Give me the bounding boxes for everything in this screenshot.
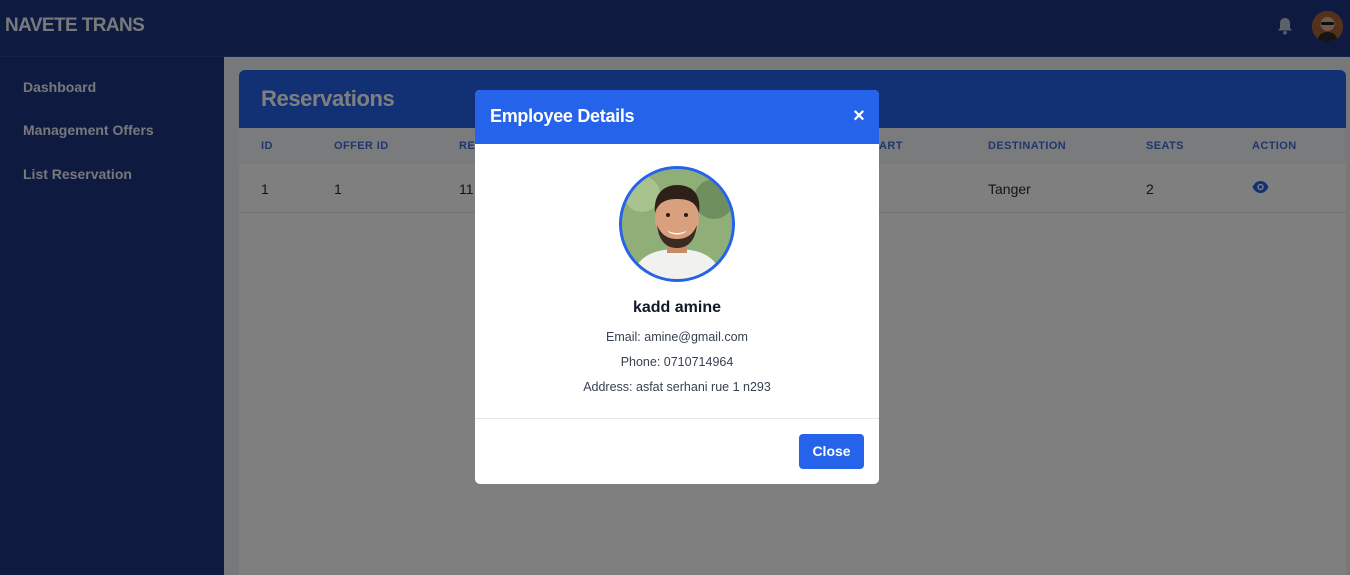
employee-photo	[619, 166, 735, 282]
employee-details-modal: Employee Details × kadd amine Email: ami…	[475, 90, 879, 484]
employee-email: Email: amine@gmail.com	[606, 330, 748, 344]
employee-phone: Phone: 0710714964	[620, 355, 734, 369]
modal-header: Employee Details ×	[475, 90, 879, 144]
close-icon[interactable]: ×	[849, 104, 869, 128]
modal-title: Employee Details	[490, 106, 635, 126]
modal-footer-divider	[475, 418, 879, 419]
employee-name: kadd amine	[632, 299, 722, 316]
employee-address: Address: asfat serhani rue 1 n293	[583, 380, 771, 394]
close-button[interactable]: Close	[799, 434, 864, 469]
